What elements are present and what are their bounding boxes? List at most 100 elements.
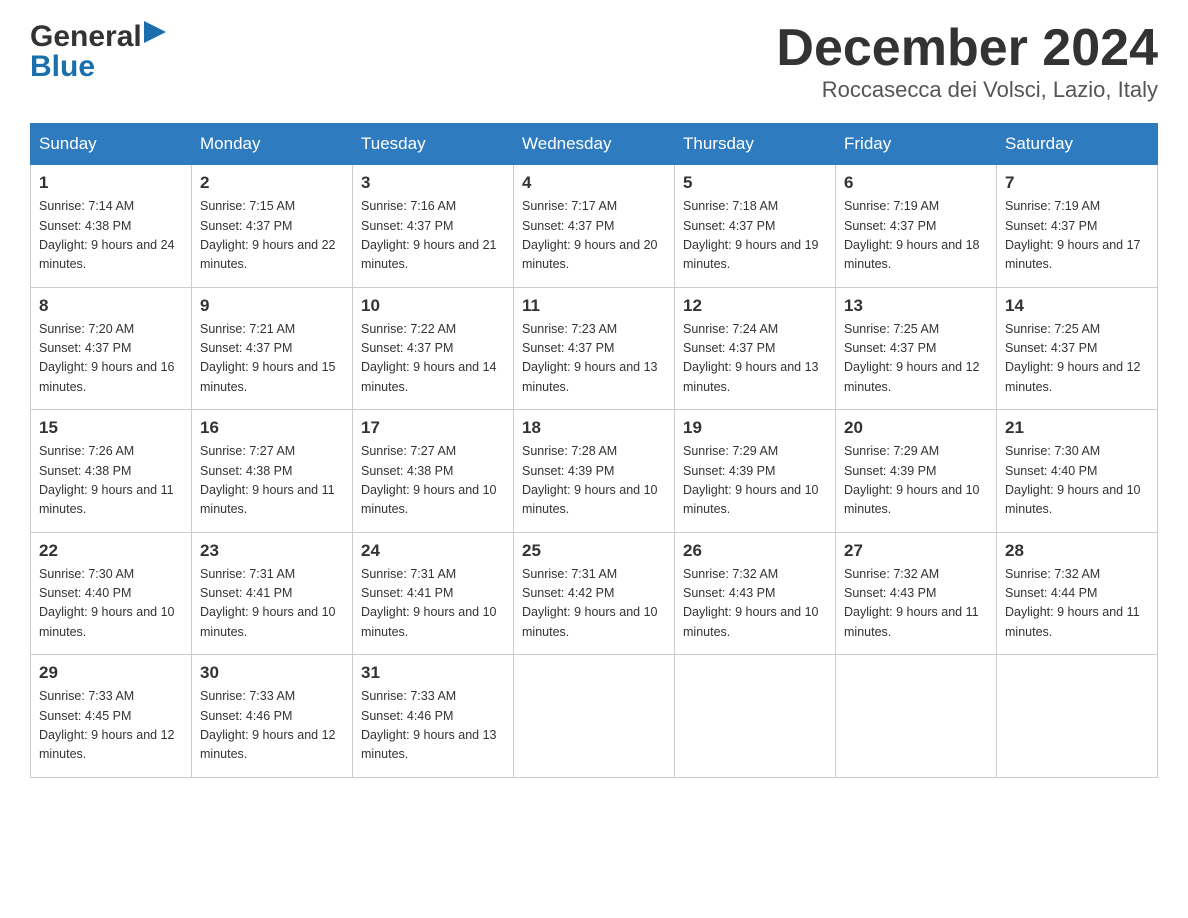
calendar-week-5: 29 Sunrise: 7:33 AMSunset: 4:45 PMDayligh… [31, 655, 1158, 778]
day-info: Sunrise: 7:32 AMSunset: 4:43 PMDaylight:… [683, 565, 827, 643]
calendar-cell: 27 Sunrise: 7:32 AMSunset: 4:43 PMDayligh… [836, 532, 997, 655]
day-info: Sunrise: 7:29 AMSunset: 4:39 PMDaylight:… [683, 442, 827, 520]
page-header: General Blue December 2024 Roccasecca de… [30, 20, 1158, 103]
day-info: Sunrise: 7:21 AMSunset: 4:37 PMDaylight:… [200, 320, 344, 398]
logo-general-text: General [30, 20, 142, 54]
calendar-cell: 25Sunrise: 7:31 AMSunset: 4:42 PMDayligh… [514, 532, 675, 655]
day-number: 24 [361, 541, 505, 561]
day-number: 4 [522, 173, 666, 193]
day-info: Sunrise: 7:16 AMSunset: 4:37 PMDaylight:… [361, 197, 505, 275]
day-number: 31 [361, 663, 505, 683]
day-number: 25 [522, 541, 666, 561]
day-info: Sunrise: 7:33 AMSunset: 4:46 PMDaylight:… [200, 687, 344, 765]
day-number: 28 [1005, 541, 1149, 561]
calendar-cell: 2 Sunrise: 7:15 AMSunset: 4:37 PMDaylight… [192, 165, 353, 288]
day-number: 23 [200, 541, 344, 561]
calendar-week-4: 22 Sunrise: 7:30 AMSunset: 4:40 PMDayligh… [31, 532, 1158, 655]
day-number: 26 [683, 541, 827, 561]
day-number: 2 [200, 173, 344, 193]
col-tuesday: Tuesday [353, 124, 514, 165]
day-info: Sunrise: 7:32 AMSunset: 4:44 PMDaylight:… [1005, 565, 1149, 643]
day-number: 9 [200, 296, 344, 316]
logo-blue-text: Blue [30, 50, 95, 84]
day-number: 1 [39, 173, 183, 193]
day-info: Sunrise: 7:19 AMSunset: 4:37 PMDaylight:… [1005, 197, 1149, 275]
day-number: 3 [361, 173, 505, 193]
calendar-cell: 11 Sunrise: 7:23 AMSunset: 4:37 PMDayligh… [514, 287, 675, 410]
calendar-cell [675, 655, 836, 778]
col-wednesday: Wednesday [514, 124, 675, 165]
calendar-cell: 17 Sunrise: 7:27 AMSunset: 4:38 PMDayligh… [353, 410, 514, 533]
day-info: Sunrise: 7:19 AMSunset: 4:37 PMDaylight:… [844, 197, 988, 275]
day-info: Sunrise: 7:31 AMSunset: 4:41 PMDaylight:… [200, 565, 344, 643]
day-info: Sunrise: 7:30 AMSunset: 4:40 PMDaylight:… [39, 565, 183, 643]
calendar-table: Sunday Monday Tuesday Wednesday Thursday… [30, 123, 1158, 778]
calendar-cell: 10Sunrise: 7:22 AMSunset: 4:37 PMDayligh… [353, 287, 514, 410]
title-section: December 2024 Roccasecca dei Volsci, Laz… [776, 20, 1158, 103]
day-number: 12 [683, 296, 827, 316]
calendar-cell: 5 Sunrise: 7:18 AMSunset: 4:37 PMDaylight… [675, 165, 836, 288]
day-number: 27 [844, 541, 988, 561]
calendar-cell [514, 655, 675, 778]
day-info: Sunrise: 7:30 AMSunset: 4:40 PMDaylight:… [1005, 442, 1149, 520]
day-number: 15 [39, 418, 183, 438]
day-number: 8 [39, 296, 183, 316]
day-info: Sunrise: 7:18 AMSunset: 4:37 PMDaylight:… [683, 197, 827, 275]
day-info: Sunrise: 7:25 AMSunset: 4:37 PMDaylight:… [1005, 320, 1149, 398]
calendar-week-3: 15 Sunrise: 7:26 AMSunset: 4:38 PMDayligh… [31, 410, 1158, 533]
day-number: 7 [1005, 173, 1149, 193]
calendar-cell: 24 Sunrise: 7:31 AMSunset: 4:41 PMDayligh… [353, 532, 514, 655]
calendar-cell: 18Sunrise: 7:28 AMSunset: 4:39 PMDayligh… [514, 410, 675, 533]
calendar-cell: 20Sunrise: 7:29 AMSunset: 4:39 PMDayligh… [836, 410, 997, 533]
day-info: Sunrise: 7:23 AMSunset: 4:37 PMDaylight:… [522, 320, 666, 398]
calendar-cell: 29 Sunrise: 7:33 AMSunset: 4:45 PMDayligh… [31, 655, 192, 778]
day-info: Sunrise: 7:33 AMSunset: 4:45 PMDaylight:… [39, 687, 183, 765]
day-number: 5 [683, 173, 827, 193]
day-info: Sunrise: 7:32 AMSunset: 4:43 PMDaylight:… [844, 565, 988, 643]
day-info: Sunrise: 7:15 AMSunset: 4:37 PMDaylight:… [200, 197, 344, 275]
day-number: 14 [1005, 296, 1149, 316]
calendar-cell: 23 Sunrise: 7:31 AMSunset: 4:41 PMDayligh… [192, 532, 353, 655]
calendar-cell: 3 Sunrise: 7:16 AMSunset: 4:37 PMDaylight… [353, 165, 514, 288]
day-number: 22 [39, 541, 183, 561]
col-sunday: Sunday [31, 124, 192, 165]
calendar-cell: 6 Sunrise: 7:19 AMSunset: 4:37 PMDaylight… [836, 165, 997, 288]
calendar-cell: 22 Sunrise: 7:30 AMSunset: 4:40 PMDayligh… [31, 532, 192, 655]
calendar-cell: 26 Sunrise: 7:32 AMSunset: 4:43 PMDayligh… [675, 532, 836, 655]
day-info: Sunrise: 7:27 AMSunset: 4:38 PMDaylight:… [200, 442, 344, 520]
day-info: Sunrise: 7:25 AMSunset: 4:37 PMDaylight:… [844, 320, 988, 398]
day-number: 11 [522, 296, 666, 316]
day-info: Sunrise: 7:29 AMSunset: 4:39 PMDaylight:… [844, 442, 988, 520]
day-number: 21 [1005, 418, 1149, 438]
day-info: Sunrise: 7:27 AMSunset: 4:38 PMDaylight:… [361, 442, 505, 520]
day-number: 17 [361, 418, 505, 438]
day-info: Sunrise: 7:28 AMSunset: 4:39 PMDaylight:… [522, 442, 666, 520]
day-info: Sunrise: 7:31 AMSunset: 4:41 PMDaylight:… [361, 565, 505, 643]
day-number: 6 [844, 173, 988, 193]
calendar-cell: 8Sunrise: 7:20 AMSunset: 4:37 PMDaylight… [31, 287, 192, 410]
day-number: 29 [39, 663, 183, 683]
col-friday: Friday [836, 124, 997, 165]
page-title: December 2024 [776, 20, 1158, 77]
calendar-week-2: 8Sunrise: 7:20 AMSunset: 4:37 PMDaylight… [31, 287, 1158, 410]
day-info: Sunrise: 7:26 AMSunset: 4:38 PMDaylight:… [39, 442, 183, 520]
calendar-cell: 21 Sunrise: 7:30 AMSunset: 4:40 PMDayligh… [997, 410, 1158, 533]
logo: General Blue [30, 20, 166, 84]
calendar-cell: 14 Sunrise: 7:25 AMSunset: 4:37 PMDayligh… [997, 287, 1158, 410]
calendar-cell: 7 Sunrise: 7:19 AMSunset: 4:37 PMDaylight… [997, 165, 1158, 288]
logo-arrow-icon [142, 26, 166, 44]
calendar-cell: 31Sunrise: 7:33 AMSunset: 4:46 PMDayligh… [353, 655, 514, 778]
day-number: 19 [683, 418, 827, 438]
calendar-cell: 28 Sunrise: 7:32 AMSunset: 4:44 PMDayligh… [997, 532, 1158, 655]
day-info: Sunrise: 7:17 AMSunset: 4:37 PMDaylight:… [522, 197, 666, 275]
day-number: 16 [200, 418, 344, 438]
calendar-cell: 1Sunrise: 7:14 AMSunset: 4:38 PMDaylight… [31, 165, 192, 288]
calendar-cell [997, 655, 1158, 778]
calendar-header-row: Sunday Monday Tuesday Wednesday Thursday… [31, 124, 1158, 165]
calendar-cell [836, 655, 997, 778]
calendar-cell: 9 Sunrise: 7:21 AMSunset: 4:37 PMDaylight… [192, 287, 353, 410]
calendar-cell: 19 Sunrise: 7:29 AMSunset: 4:39 PMDayligh… [675, 410, 836, 533]
calendar-cell: 12Sunrise: 7:24 AMSunset: 4:37 PMDayligh… [675, 287, 836, 410]
calendar-cell: 16 Sunrise: 7:27 AMSunset: 4:38 PMDayligh… [192, 410, 353, 533]
page-subtitle: Roccasecca dei Volsci, Lazio, Italy [776, 77, 1158, 103]
